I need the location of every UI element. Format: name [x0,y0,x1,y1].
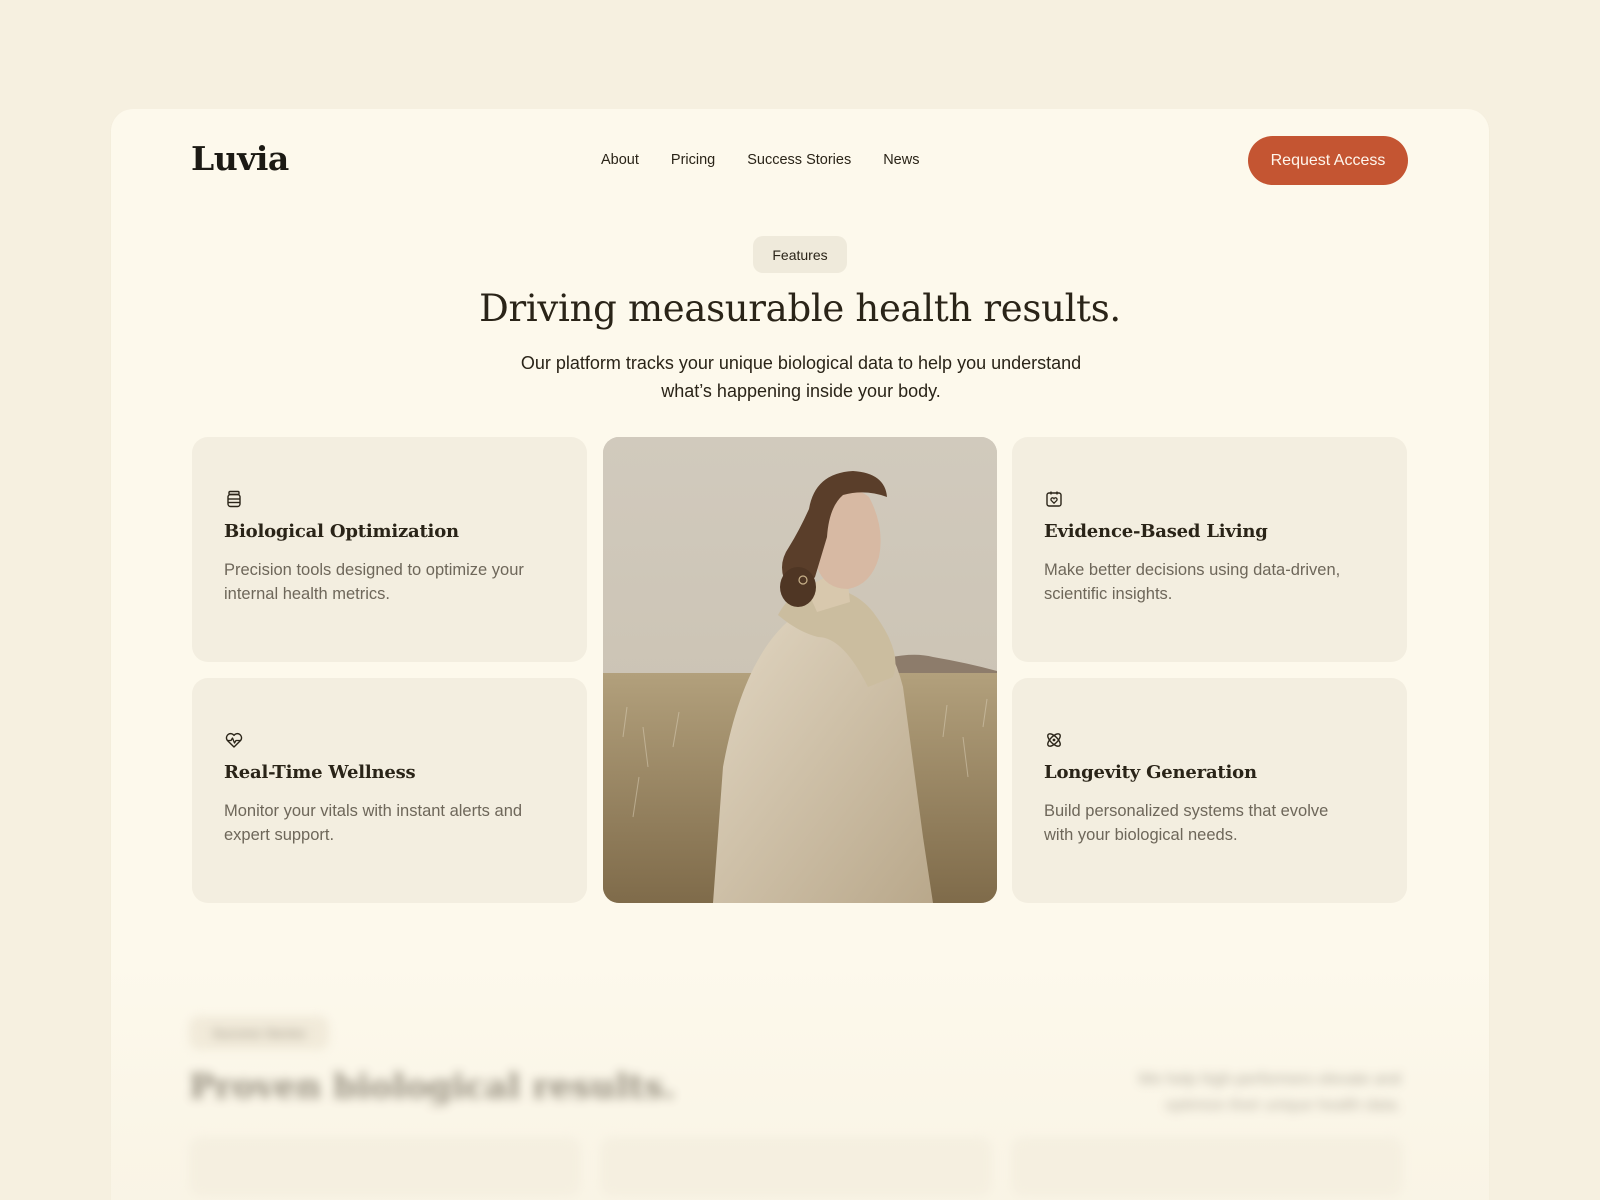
feature-card-real-time-wellness: Real-Time Wellness Monitor your vitals w… [192,678,587,903]
story-card [600,1137,992,1197]
feature-description: Make better decisions using data-driven,… [1044,558,1374,606]
page-frame: Luvia About Pricing Success Stories News… [111,109,1489,1200]
nav-about[interactable]: About [601,152,639,168]
feature-title: Biological Optimization [224,521,459,542]
feature-title: Longevity Generation [1044,762,1257,783]
story-card [189,1137,581,1197]
feature-description-line: Precision tools designed to optimize you… [224,561,524,579]
calendar-heart-icon [1046,491,1062,507]
feature-description-line: Monitor your vitals with instant alerts … [224,802,523,820]
section-badge: Success Stories [189,1016,329,1050]
feature-description-line: scientific insights. [1044,585,1173,603]
heart-pulse-icon [225,732,243,748]
feature-photo [603,437,997,903]
side-text-line-1: We help high-performers elevate and [1138,1071,1401,1088]
feature-description: Precision tools designed to optimize you… [224,558,554,606]
subtitle-line-2: what’s happening inside your body. [661,381,941,401]
feature-description: Monitor your vitals with instant alerts … [224,799,554,847]
jar-icon [227,490,241,508]
section-subtitle: Our platform tracks your unique biologic… [471,349,1131,405]
feature-title: Evidence-Based Living [1044,521,1268,542]
section-headline: Driving measurable health results. [479,287,1121,330]
main-nav: About Pricing Success Stories News [601,152,951,168]
nav-success-stories[interactable]: Success Stories [747,152,851,168]
nav-pricing[interactable]: Pricing [671,152,715,168]
woman-in-field-image [603,437,997,903]
feature-description-line: expert support. [224,826,335,844]
section-side-text: We help high-performers elevate and opti… [1081,1067,1401,1119]
section-badge: Features [753,236,847,273]
feature-card-biological-optimization: Biological Optimization Precision tools … [192,437,587,662]
logo[interactable]: Luvia [191,139,289,178]
request-access-button[interactable]: Request Access [1248,136,1408,185]
feature-card-evidence-based-living: Evidence-Based Living Make better decisi… [1012,437,1407,662]
story-card [1011,1137,1403,1197]
success-stories-section: Success Stories Proven biological result… [111,989,1489,1200]
nav-news[interactable]: News [883,152,919,168]
section-headline: Proven biological results. [189,1067,676,1107]
feature-title: Real-Time Wellness [224,762,416,783]
feature-card-longevity-generation: Longevity Generation Build personalized … [1012,678,1407,903]
feature-description-line: with your biological needs. [1044,826,1238,844]
subtitle-line-1: Our platform tracks your unique biologic… [520,353,1082,373]
feature-description-line: internal health metrics. [224,585,390,603]
atom-icon [1047,733,1061,747]
feature-description: Build personalized systems that evolve w… [1044,799,1374,847]
feature-description-line: Make better decisions using data-driven, [1044,561,1341,579]
side-text-line-2: optimize their unique health data. [1165,1097,1401,1114]
feature-description-line: Build personalized systems that evolve [1044,802,1329,820]
